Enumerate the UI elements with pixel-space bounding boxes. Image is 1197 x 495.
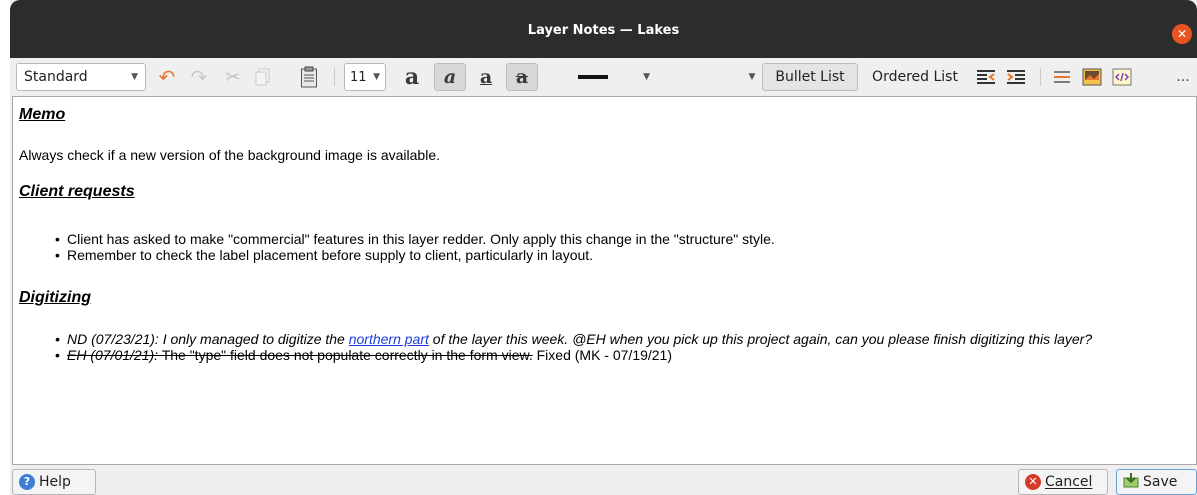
underline-button[interactable]: a [470,63,502,91]
chevron-down-icon: ▼ [373,72,380,82]
northern-part-link[interactable]: northern part [349,331,429,347]
insert-image-icon[interactable] [1080,63,1104,91]
notes-editor[interactable]: Memo Always check if a new version of th… [12,96,1197,465]
text-color-select[interactable]: ▼ [572,63,656,91]
memo-heading: Memo [19,106,66,123]
chevron-down-icon: ▼ [131,72,138,82]
increase-indent-icon[interactable] [1004,63,1028,91]
background-color-select[interactable]: ▼ [744,63,760,91]
digitizing-list: ND (07/23/21): I only managed to digitiz… [53,331,1173,363]
chevron-down-icon: ▼ [643,72,650,82]
help-label: Help [39,474,71,490]
client-requests-list: Client has asked to make "commercial" fe… [53,231,1173,263]
note-text: ND (07/23/21): I only managed to digitiz… [67,331,349,347]
memo-text: Always check if a new version of the bac… [19,147,440,163]
note-text: Fixed (MK - 07/19/21) [532,347,673,363]
formatting-toolbar: Standard ▼ ↶ ↷ ✂ 11 ▼ a a a a ▼ ▼ Bullet… [10,58,1197,96]
close-icon[interactable]: ✕ [1172,24,1192,44]
help-button[interactable]: ? Help [12,469,96,495]
digitizing-heading: Digitizing [19,289,91,306]
undo-icon[interactable]: ↶ [154,63,180,91]
help-icon: ? [19,474,35,490]
underline-icon: a [479,66,493,88]
redo-icon[interactable]: ↷ [186,63,212,91]
client-requests-heading: Client requests [19,183,135,200]
layer-notes-dialog: Layer Notes — Lakes ✕ Standard ▼ ↶ ↷ ✂ 1… [10,0,1197,495]
paste-icon[interactable] [296,63,322,91]
note-text: of the layer this week. @EH when you pic… [428,331,1093,347]
cancel-icon: ✕ [1025,474,1041,490]
edit-html-icon[interactable] [1110,63,1134,91]
toolbar-divider [334,68,335,86]
font-size-select[interactable]: 11 ▼ [344,63,386,91]
save-icon [1123,472,1139,492]
bold-icon: a [404,64,420,90]
list-item: Remember to check the label placement be… [53,247,1173,263]
toolbar-divider [1040,68,1041,86]
cancel-button[interactable]: ✕ Cancel [1018,469,1108,495]
decrease-indent-icon[interactable] [974,63,998,91]
more-options-button[interactable]: ... [1170,63,1196,91]
cancel-label: Cancel [1045,474,1093,490]
ordered-list-button[interactable]: Ordered List [862,63,968,91]
save-button[interactable]: Save [1116,469,1197,495]
list-item: Client has asked to make "commercial" fe… [53,231,1173,247]
italic-icon: a [443,66,457,88]
paragraph-style-select[interactable]: Standard ▼ [16,63,146,91]
note-author-date: EH (07/01/21): [67,347,159,363]
list-item: EH (07/01/21): The "type" field does not… [53,347,1173,363]
dialog-button-bar: ? Help ✕ Cancel Save [10,465,1197,495]
color-swatch [578,75,608,79]
save-label: Save [1143,474,1178,490]
title-bar: Layer Notes — Lakes ✕ [10,0,1197,58]
paragraph-style-value: Standard [24,69,88,85]
bold-button[interactable]: a [396,63,428,91]
list-item: ND (07/23/21): I only managed to digitiz… [53,331,1173,347]
chevron-down-icon: ▼ [748,72,756,82]
note-text: The "type" field does not populate corre… [158,347,533,363]
insert-horizontal-rule-icon[interactable] [1050,63,1074,91]
italic-button[interactable]: a [434,63,466,91]
strikethrough-icon: a [515,66,529,88]
strikethrough-button[interactable]: a [506,63,538,91]
copy-icon[interactable] [250,63,276,91]
window-title: Layer Notes — Lakes [527,23,680,38]
cut-icon[interactable]: ✂ [220,63,246,91]
bullet-list-button[interactable]: Bullet List [762,63,858,91]
font-size-value: 11 [350,69,367,85]
